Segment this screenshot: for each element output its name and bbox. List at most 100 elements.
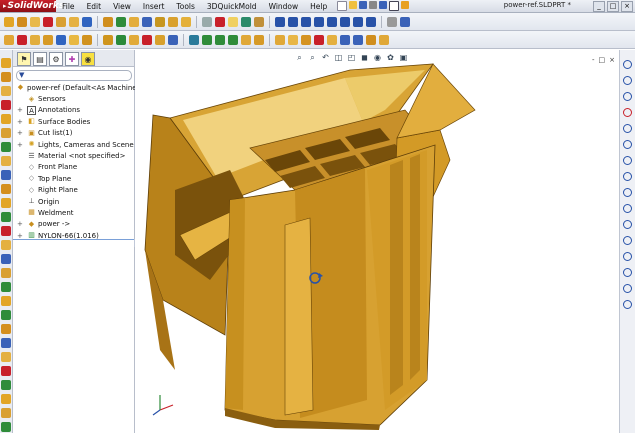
tree-item-material[interactable]: ☰ Material <not specified> <box>13 150 134 161</box>
right-tool-13-icon[interactable] <box>623 252 632 261</box>
right-tool-8-icon[interactable] <box>623 172 632 181</box>
feature-manager-tab-icon[interactable]: ⚑ <box>17 52 31 66</box>
sheet-metal-icon[interactable] <box>103 34 113 45</box>
miter-flange-icon[interactable] <box>142 34 152 45</box>
right-tool-15-icon[interactable] <box>623 284 632 293</box>
expand-toggle[interactable]: + <box>17 141 23 149</box>
viewport-restore-button[interactable]: □ <box>599 56 606 64</box>
right-tool-2-icon[interactable] <box>623 76 632 85</box>
fillet-icon[interactable] <box>69 16 79 27</box>
left-tool-23-icon[interactable] <box>1 366 11 376</box>
left-tool-16-icon[interactable] <box>1 268 11 278</box>
left-tool-4-icon[interactable] <box>1 100 11 110</box>
parting-line-icon[interactable] <box>202 34 212 45</box>
end-cap-icon[interactable] <box>43 34 53 45</box>
reference-geometry-icon[interactable] <box>202 16 212 27</box>
core-icon[interactable] <box>254 34 264 45</box>
left-tool-20-icon[interactable] <box>1 324 11 334</box>
dome-icon[interactable] <box>181 16 191 27</box>
rib-icon[interactable] <box>155 16 165 27</box>
scenes-icon[interactable]: ▣ <box>399 53 408 62</box>
solidworks-logo[interactable]: ▸ SolidWorks <box>0 0 64 12</box>
surface-extrude-icon[interactable] <box>275 34 285 45</box>
trim-extend-icon[interactable] <box>30 34 40 45</box>
pattern-icon[interactable] <box>103 16 113 27</box>
rectangle-icon[interactable] <box>301 16 311 27</box>
cut-with-surface-icon[interactable] <box>340 34 350 45</box>
sketch-icon[interactable] <box>4 16 14 27</box>
loft-icon[interactable] <box>56 16 66 27</box>
measure-icon[interactable] <box>241 16 251 27</box>
chamfer-icon[interactable] <box>82 16 92 27</box>
hem-icon[interactable] <box>155 34 165 45</box>
parting-surface-icon[interactable] <box>228 34 238 45</box>
expand-toggle[interactable]: + <box>17 118 23 126</box>
trim-icon[interactable] <box>353 16 363 27</box>
left-tool-17-icon[interactable] <box>1 282 11 292</box>
options-icon[interactable] <box>387 16 397 27</box>
tree-item-right-plane[interactable]: ◇ Right Plane <box>13 185 134 196</box>
mirror-icon[interactable] <box>116 16 126 27</box>
left-tool-10-icon[interactable] <box>1 184 11 194</box>
left-tool-3-icon[interactable] <box>1 86 11 96</box>
left-tool-9-icon[interactable] <box>1 170 11 180</box>
left-tool-25-icon[interactable] <box>1 394 11 404</box>
help-icon[interactable] <box>400 16 410 27</box>
save-icon[interactable] <box>359 1 368 9</box>
left-tool-13-icon[interactable] <box>1 226 11 236</box>
left-tool-2-icon[interactable] <box>1 72 11 82</box>
open-icon[interactable] <box>349 1 358 9</box>
display-style-icon[interactable]: ◼ <box>360 53 369 62</box>
shell-icon[interactable] <box>129 16 139 27</box>
expand-toggle[interactable]: + <box>17 129 23 137</box>
offset-icon[interactable] <box>366 16 376 27</box>
hole-icon[interactable] <box>168 16 178 27</box>
left-tool-21-icon[interactable] <box>1 338 11 348</box>
menu-help[interactable]: Help <box>304 2 333 11</box>
draft-icon[interactable] <box>142 16 152 27</box>
right-tool-9-icon[interactable] <box>623 188 632 197</box>
circle-icon[interactable] <box>314 16 324 27</box>
display-manager-tab-icon[interactable]: ◉ <box>81 52 95 66</box>
right-tool-6-icon[interactable] <box>623 140 632 149</box>
viewport-minimize-button[interactable]: - <box>592 56 595 64</box>
menu-insert[interactable]: Insert <box>137 2 171 11</box>
maximize-button[interactable]: □ <box>607 1 619 12</box>
menu-3dquickmold[interactable]: 3DQuickMold <box>201 2 263 11</box>
left-tool-22-icon[interactable] <box>1 352 11 362</box>
tree-item-top-plane[interactable]: ◇ Top Plane <box>13 173 134 184</box>
tree-filter-input[interactable]: ▼ <box>16 70 132 81</box>
left-tool-27-icon[interactable] <box>1 422 11 432</box>
left-tool-26-icon[interactable] <box>1 408 11 418</box>
left-tool-12-icon[interactable] <box>1 212 11 222</box>
sweep-icon[interactable] <box>43 16 53 27</box>
left-tool-11-icon[interactable] <box>1 198 11 208</box>
menu-view[interactable]: View <box>107 2 137 11</box>
menu-window[interactable]: Window <box>263 2 305 11</box>
left-tool-8-icon[interactable] <box>1 156 11 166</box>
left-tool-5-icon[interactable] <box>1 114 11 124</box>
thicken-icon[interactable] <box>327 34 337 45</box>
gusset-icon[interactable] <box>56 34 66 45</box>
tree-item-annotations[interactable]: + A Annotations <box>13 105 134 116</box>
property-manager-tab-icon[interactable]: ▤ <box>33 52 47 66</box>
left-tool-15-icon[interactable] <box>1 254 11 264</box>
weldment-structural-icon[interactable] <box>4 34 14 45</box>
tree-item-cut-list[interactable]: + ▣ Cut list(1) <box>13 128 134 139</box>
previous-view-icon[interactable]: ↶ <box>321 53 330 62</box>
view-orientation-icon[interactable]: ◰ <box>347 53 356 62</box>
weld-bead-icon[interactable] <box>82 34 92 45</box>
dimxpert-manager-tab-icon[interactable]: ✚ <box>65 52 79 66</box>
tree-item-sensors[interactable]: ◈ Sensors <box>13 93 134 104</box>
line-icon[interactable] <box>288 16 298 27</box>
delete-face-icon[interactable] <box>366 34 376 45</box>
left-tool-24-icon[interactable] <box>1 380 11 390</box>
spline-icon[interactable] <box>340 16 350 27</box>
jog-icon[interactable] <box>168 34 178 45</box>
instant3d-icon[interactable] <box>228 16 238 27</box>
knit-surface-icon[interactable] <box>314 34 324 45</box>
tree-item-front-plane[interactable]: ◇ Front Plane <box>13 162 134 173</box>
structural-member-icon[interactable] <box>17 34 27 45</box>
right-tool-4-icon[interactable] <box>623 108 632 117</box>
zoom-to-fit-icon[interactable]: ⌕ <box>295 53 304 62</box>
